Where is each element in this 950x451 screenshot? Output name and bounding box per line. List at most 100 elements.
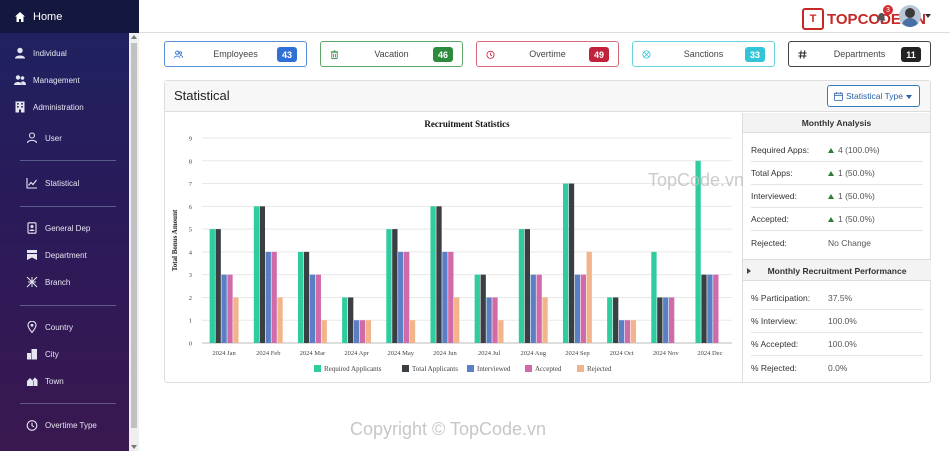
sidebar-item-label: Department (45, 250, 87, 260)
sidebar-home[interactable]: Home (0, 0, 139, 33)
scroll-down-arrow-icon[interactable] (131, 445, 137, 449)
analysis-row-rejected: Rejected: No Change (751, 231, 923, 254)
caret-down-icon (906, 95, 912, 99)
bar-total-applicants (436, 206, 442, 343)
sidebar-item-individual[interactable]: Individual (14, 47, 67, 59)
bar-interviewed (486, 297, 492, 343)
bar-rejected (321, 320, 327, 343)
sidebar-divider (20, 305, 116, 306)
bar-required-applicants (386, 229, 392, 343)
bar-required-applicants (209, 229, 215, 343)
bar-interviewed (530, 274, 536, 343)
analysis-row-accepted: Accepted: 1 (50.0%) (751, 208, 923, 231)
performance-label: % Accepted: (751, 339, 799, 349)
legend-swatch (314, 365, 321, 372)
bar-required-applicants (297, 251, 304, 343)
bar-interviewed (663, 297, 669, 343)
arrow-up-icon (828, 147, 834, 153)
card-employees[interactable]: Employees 43 (164, 41, 307, 67)
scrollbar-thumb[interactable] (131, 43, 137, 428)
sidebar-item-general-dep[interactable]: General Dep (26, 222, 90, 234)
panel-title: Statistical (174, 88, 230, 103)
dropdown-label: Statistical Type (846, 91, 904, 101)
chart-line-icon (26, 178, 37, 189)
card-vacation[interactable]: Vacation 46 (320, 41, 463, 67)
sidebar-item-label: User (45, 133, 62, 143)
performance-label: % Interview: (751, 316, 798, 326)
bar-total-applicants (613, 297, 619, 343)
sidebar-item-label: Overtime Type (45, 420, 97, 430)
bar-accepted (359, 320, 366, 343)
sidebar-item-country[interactable]: Country (26, 321, 73, 333)
sidebar-item-management[interactable]: Management (14, 74, 80, 86)
performance-row-interview: % Interview: 100.0% (751, 310, 923, 333)
x-tick-label: 2024 Jun (433, 350, 457, 357)
caret-right-icon (747, 268, 751, 274)
bar-accepted (227, 274, 233, 343)
bar-total-applicants (348, 297, 354, 343)
analysis-label: Rejected: (751, 237, 787, 248)
sidebar-item-statistical[interactable]: Statistical (26, 177, 79, 189)
logo-mark: T (802, 8, 824, 30)
recruitment-performance-header[interactable]: Monthly Recruitment Performance (743, 259, 931, 281)
legend-swatch (467, 365, 474, 372)
x-tick-label: 2024 Mar (300, 350, 326, 357)
card-sanctions[interactable]: Sanctions 33 (632, 41, 775, 67)
y-tick-label: 4 (189, 249, 193, 256)
bar-required-applicants (474, 274, 480, 343)
analysis-row-required: Required Apps: 4 (100.0%) (751, 139, 923, 162)
bar-rejected (365, 320, 372, 343)
card-departments[interactable]: Departments 11 (788, 41, 931, 67)
sidebar-item-branch[interactable]: Branch (26, 276, 70, 288)
sidebar-item-user[interactable]: User (26, 132, 62, 144)
legend-swatch (525, 365, 532, 372)
bar-rejected (630, 320, 637, 343)
bar-total-applicants (215, 229, 221, 343)
bar-interviewed (442, 251, 448, 343)
panel-header: Statistical Statistical Type (165, 81, 930, 112)
sidebar-item-department[interactable]: Department (26, 249, 87, 261)
sidebar-item-label: Statistical (45, 178, 80, 188)
sidebar-divider (20, 160, 116, 161)
bar-rejected (454, 297, 460, 343)
sidebar-item-town[interactable]: Town (26, 375, 64, 387)
id-card-icon (27, 222, 37, 234)
bar-total-applicants (480, 274, 486, 343)
legend-label: Rejected (587, 365, 612, 373)
bar-accepted (404, 251, 410, 343)
legend-swatch (402, 365, 409, 372)
recruitment-performance-title: Monthly Recruitment Performance (767, 266, 907, 276)
x-tick-label: 2024 Jul (478, 350, 500, 357)
x-tick-label: 2024 Apr (344, 350, 369, 357)
sidebar-item-overtime-type[interactable]: Overtime Type (26, 419, 97, 431)
map-pin-icon (27, 321, 37, 333)
y-axis-label: Total Bonus Amount (171, 209, 179, 271)
chevron-down-icon[interactable] (925, 14, 931, 18)
arrow-up-icon (828, 193, 834, 199)
sidebar-item-label: Town (45, 376, 64, 386)
bar-required-applicants (562, 183, 569, 343)
analysis-label: Interviewed: (751, 191, 797, 201)
sidebar-divider (20, 403, 116, 404)
bar-interviewed (265, 251, 271, 343)
sidebar-item-city[interactable]: City (26, 348, 59, 360)
statistical-type-dropdown[interactable]: Statistical Type (827, 85, 920, 107)
sidebar-divider (20, 206, 116, 207)
bar-total-applicants (524, 229, 530, 343)
sidebar-item-label: Management (33, 75, 80, 85)
y-tick-label: 0 (189, 341, 192, 348)
scroll-up-arrow-icon[interactable] (131, 35, 137, 39)
analysis-row-interviewed: Interviewed: 1 (50.0%) (751, 185, 923, 208)
sidebar-scrollbar[interactable] (129, 33, 139, 451)
sidebar-item-administration[interactable]: Administration (14, 101, 84, 113)
bar-required-applicants (651, 251, 657, 343)
watermark-copyright: Copyright © TopCode.vn (350, 419, 547, 439)
x-tick-label: 2024 Nov (653, 350, 680, 357)
statistical-panel: Statistical Statistical Type Recruitment… (164, 80, 931, 383)
y-tick-label: 8 (189, 158, 192, 165)
card-overtime[interactable]: Overtime 49 (476, 41, 619, 67)
user-avatar[interactable] (899, 5, 921, 27)
bar-required-applicants (430, 206, 436, 343)
bar-rejected (586, 251, 592, 343)
bar-accepted (536, 274, 542, 343)
